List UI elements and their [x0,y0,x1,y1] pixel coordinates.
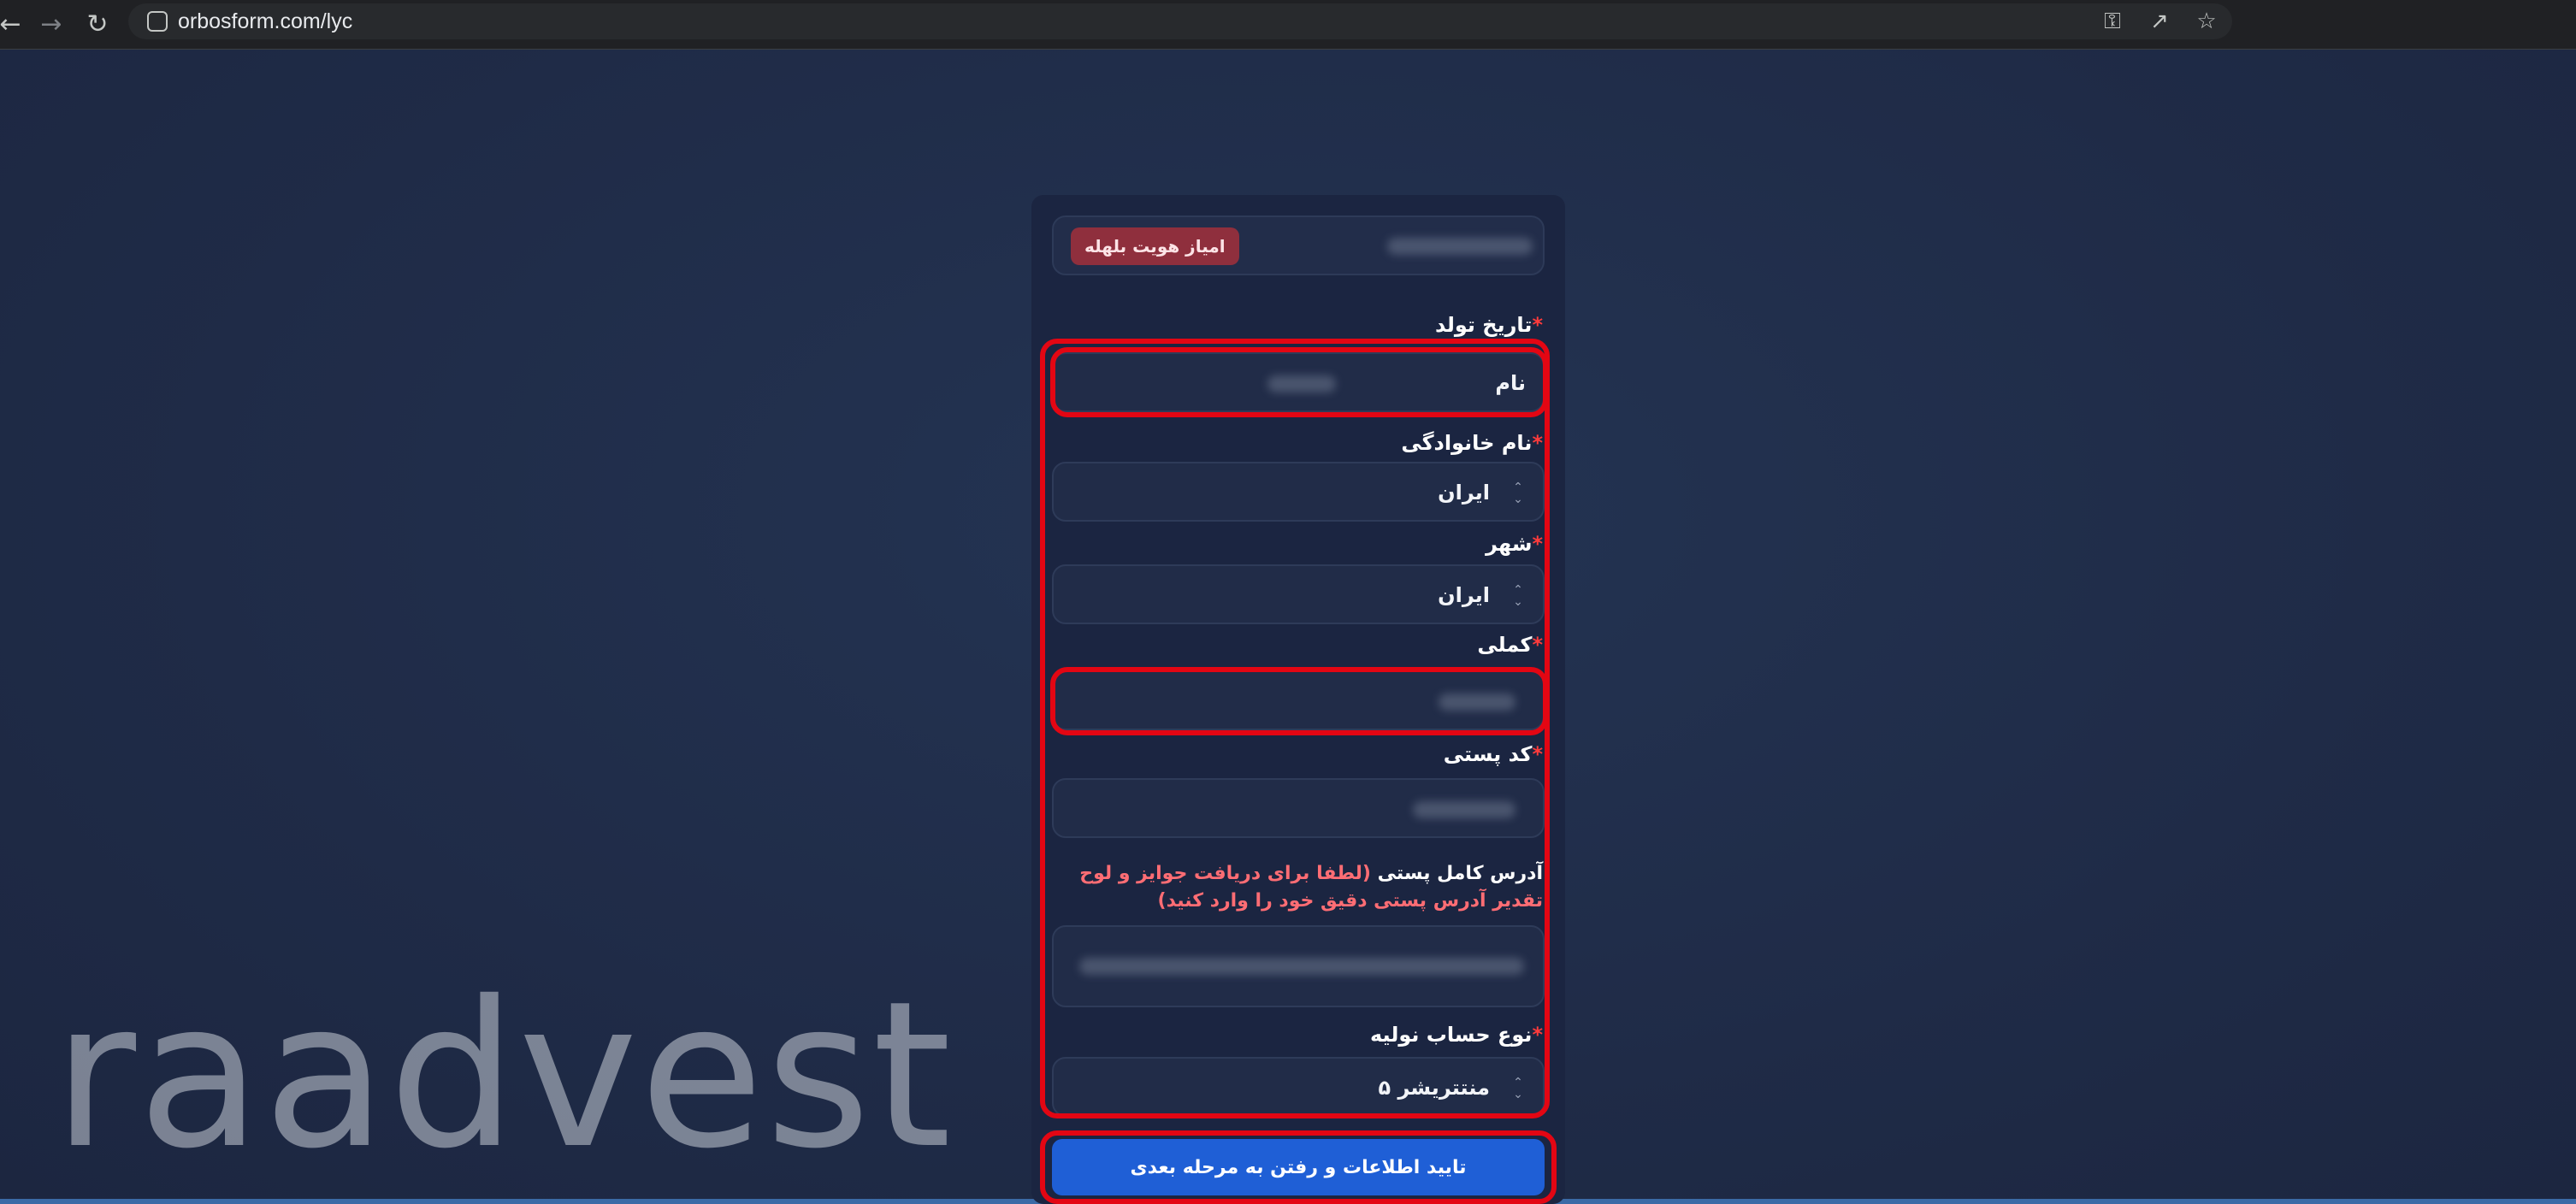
forward-icon[interactable]: → [34,7,68,41]
url-text: orbosform.com/lyc [178,9,353,33]
share-icon[interactable]: ↗ [2147,9,2172,34]
site-info-icon[interactable] [147,11,168,32]
browser-toolbar: ← → ↻ orbosform.com/lyc ⚿ ↗ ☆ [0,0,2576,50]
annotation-box-national [1050,667,1548,735]
blurred-value [1387,238,1533,255]
reload-icon[interactable]: ↻ [80,7,115,41]
identity-field[interactable]: امیاز هویت بلهله [1052,215,1545,275]
identity-badge: امیاز هویت بلهله [1071,227,1239,265]
star-icon[interactable]: ☆ [2194,9,2219,34]
annotation-box-name [1050,347,1548,417]
birth-date-label: *تاریخ تولد [1435,313,1543,337]
watermark-text: raadvest [53,958,954,1193]
key-icon[interactable]: ⚿ [2100,9,2125,34]
address-bar[interactable]: orbosform.com/lyc ⚿ ↗ ☆ [128,3,2232,39]
back-icon[interactable]: ← [0,7,27,41]
annotation-box-submit [1040,1130,1557,1204]
